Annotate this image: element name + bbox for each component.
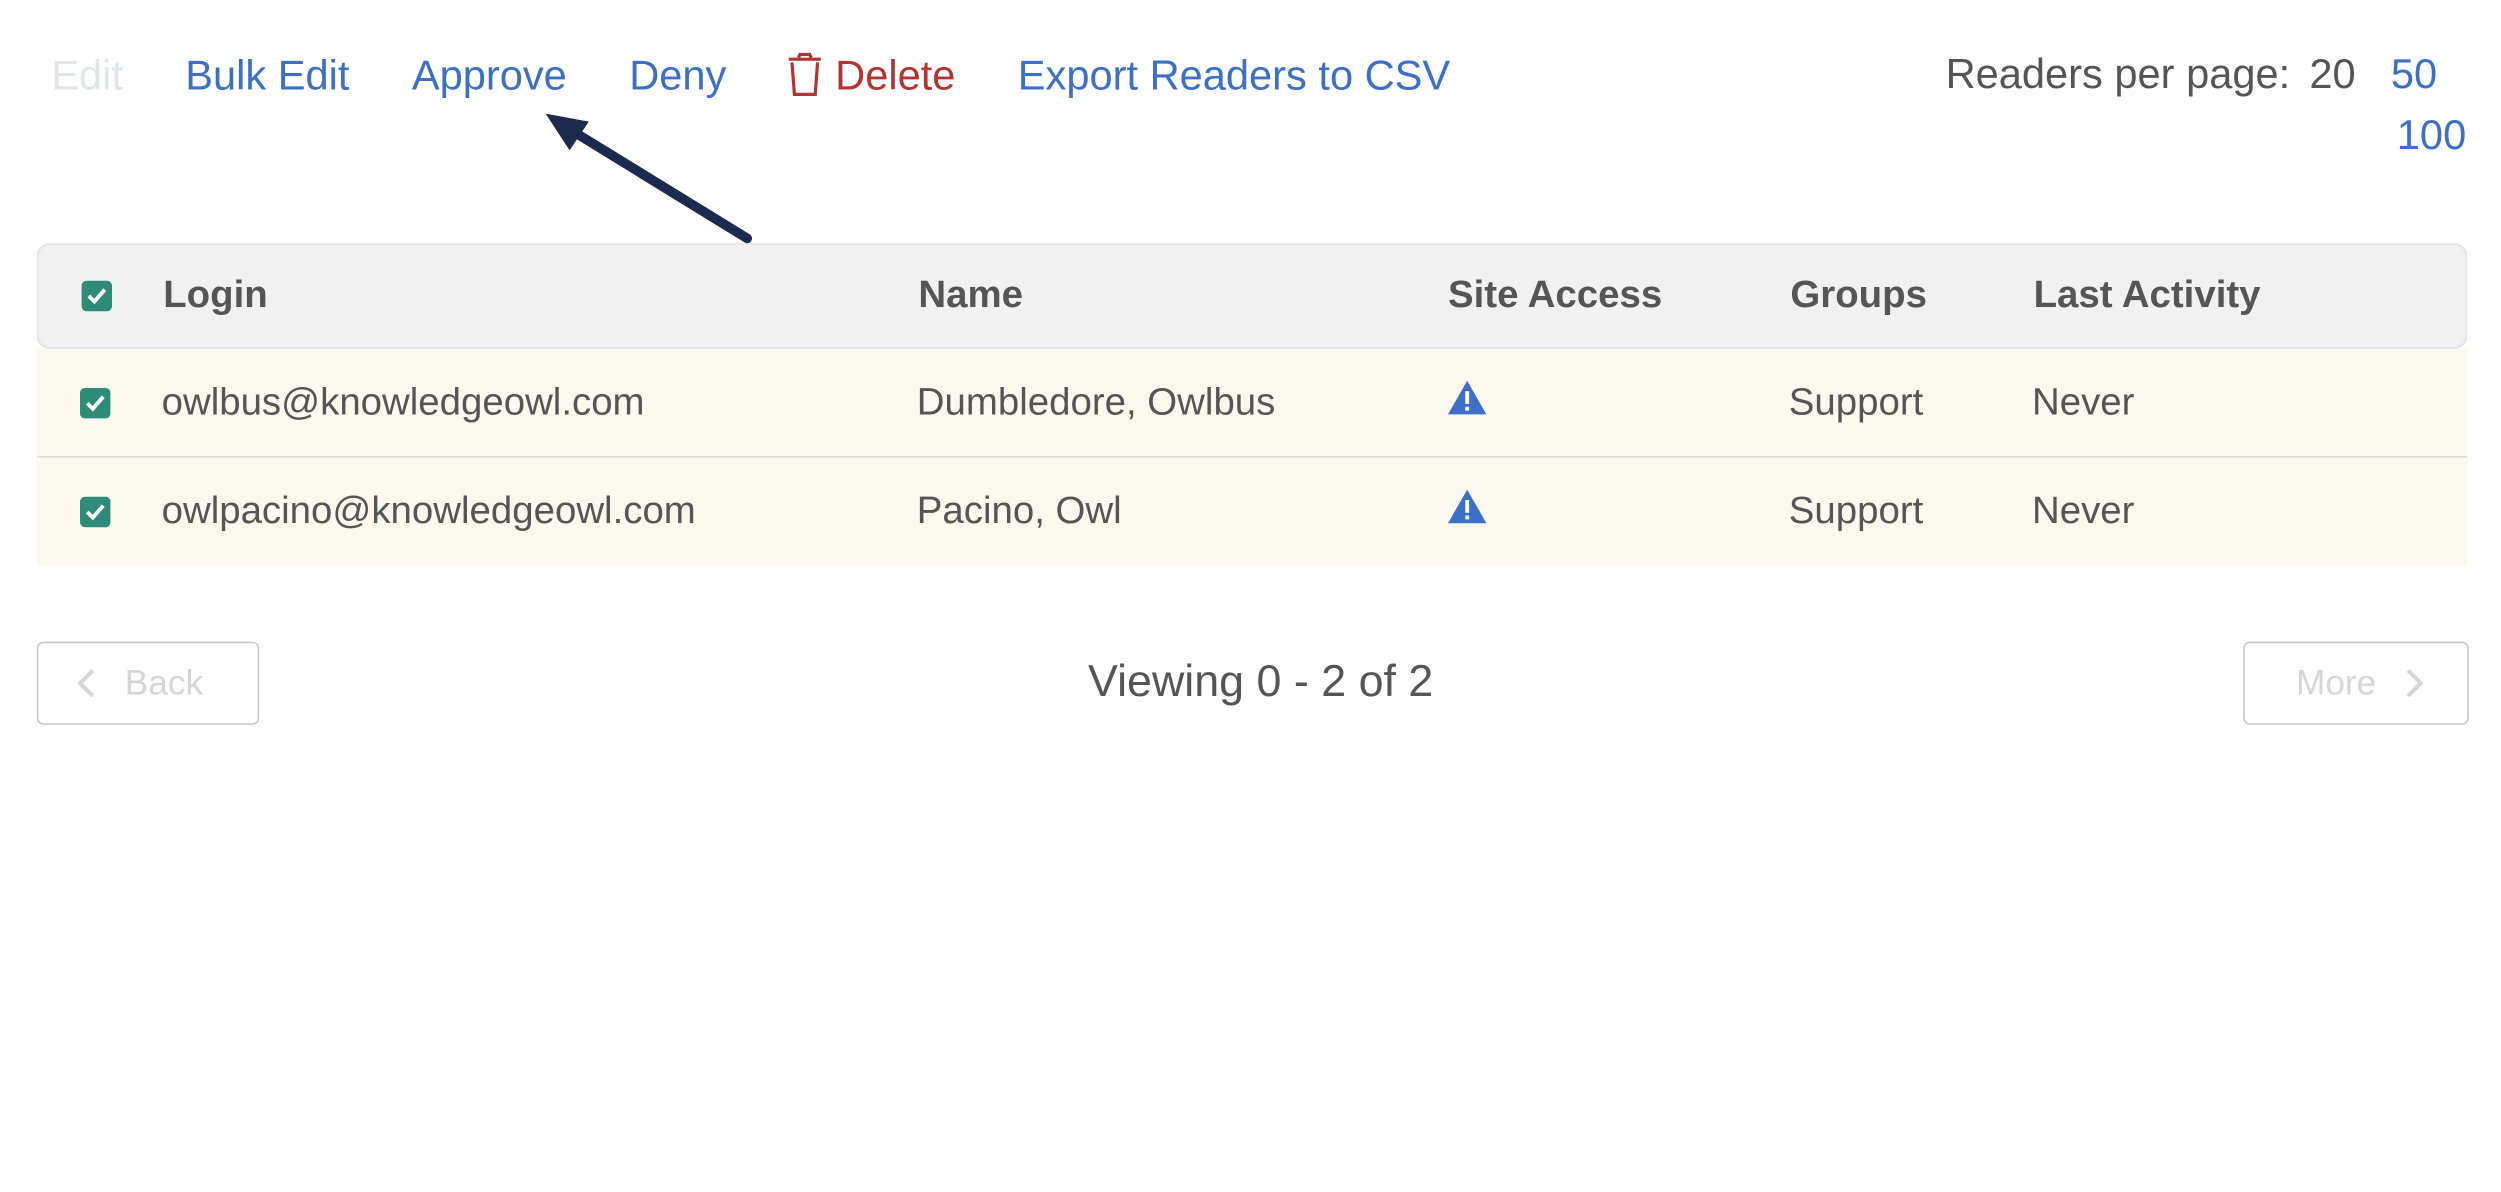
warning-icon[interactable] xyxy=(1446,378,1488,426)
delete-button[interactable]: Delete xyxy=(787,50,955,100)
reader-login[interactable]: owlpacino@knowledgeowl.com xyxy=(162,489,696,534)
select-all-checkbox[interactable] xyxy=(81,280,112,312)
per-page-label: Readers per page: xyxy=(1945,49,2291,98)
row-checkbox[interactable] xyxy=(80,387,111,418)
chevron-right-icon xyxy=(2406,668,2424,698)
deny-button[interactable]: Deny xyxy=(629,50,726,100)
export-csv-button[interactable]: Export Readers to CSV xyxy=(1018,50,1450,100)
table-header: Login Name Site Access Groups Last Activ… xyxy=(36,243,2468,349)
table-row[interactable]: owlpacino@knowledgeowl.com Pacino, Owl S… xyxy=(36,456,2468,565)
more-button[interactable]: More xyxy=(2243,641,2469,725)
checkbox-checked-icon xyxy=(81,280,112,312)
header-site-access[interactable]: Site Access xyxy=(1448,274,1662,319)
reader-name: Pacino, Owl xyxy=(916,488,1122,532)
reader-name: Dumbledore, Owlbus xyxy=(916,380,1276,424)
reader-groups: Support xyxy=(1788,488,1924,532)
more-label: More xyxy=(2296,662,2377,703)
reader-last-activity: Never xyxy=(2032,380,2135,424)
header-login[interactable]: Login xyxy=(163,274,268,319)
checkbox-checked-icon xyxy=(80,387,111,418)
reader-login[interactable]: owlbus@knowledgeowl.com xyxy=(162,380,645,425)
header-groups[interactable]: Groups xyxy=(1790,274,1927,319)
back-button[interactable]: Back xyxy=(36,641,260,725)
readers-page: Edit Bulk Edit Approve Deny Delete Expor… xyxy=(0,0,2501,746)
per-page-option-20: 20 xyxy=(2309,49,2356,98)
header-name[interactable]: Name xyxy=(918,274,1023,319)
approve-button[interactable]: Approve xyxy=(412,50,567,100)
delete-label: Delete xyxy=(835,50,956,99)
per-page-option-100[interactable]: 100 xyxy=(2397,110,2466,160)
warning-icon[interactable] xyxy=(1446,487,1488,535)
table-row[interactable]: owlbus@knowledgeowl.com Dumbledore, Owlb… xyxy=(36,348,2468,456)
readers-table: Login Name Site Access Groups Last Activ… xyxy=(36,243,2468,565)
reader-groups: Support xyxy=(1788,380,1924,424)
row-checkbox[interactable] xyxy=(80,496,111,527)
per-page-option-50[interactable]: 50 xyxy=(2391,50,2437,98)
back-label: Back xyxy=(124,662,204,703)
reader-last-activity: Never xyxy=(2032,488,2135,532)
bulk-edit-button[interactable]: Bulk Edit xyxy=(185,50,349,100)
checkbox-checked-icon xyxy=(80,496,111,527)
per-page-selector: Readers per page: 20 50 xyxy=(1946,50,2438,100)
bulk-actions-toolbar: Edit Bulk Edit Approve Deny Delete Expor… xyxy=(51,50,1450,101)
edit-button[interactable]: Edit xyxy=(51,50,123,100)
trash-icon xyxy=(788,52,821,96)
pagination-status: Viewing 0 - 2 of 2 xyxy=(1088,656,1434,706)
header-last-activity[interactable]: Last Activity xyxy=(2034,274,2261,319)
chevron-left-icon xyxy=(77,668,95,698)
